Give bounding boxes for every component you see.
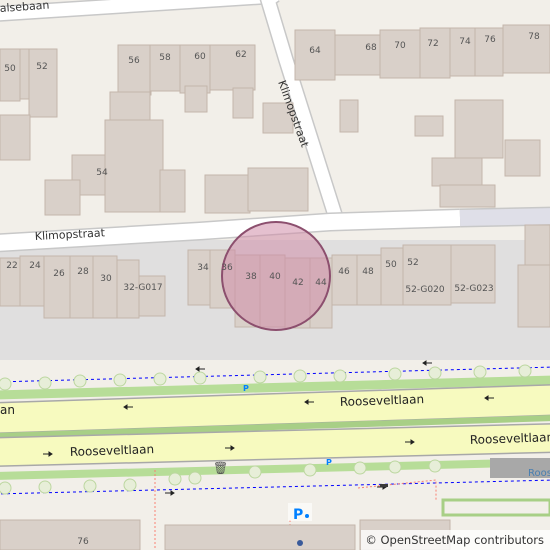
house-number: 44 [315,278,327,288]
house-number: 22 [6,261,17,271]
house-number: 70 [394,41,406,51]
house-number: 28 [77,267,89,277]
house-number: 76 [77,537,89,547]
house-number: 72 [427,39,438,49]
house-number: 46 [338,267,350,277]
house-number: 52-G023 [454,284,493,294]
house-number: 42 [292,278,303,288]
parking-marker[interactable]: P [243,384,249,393]
map-view[interactable]: alsebaan Klimopstraat Klimopstraat Roose… [0,0,550,550]
house-number: 26 [53,269,65,279]
house-number: 48 [362,267,374,277]
bicycle-parking-label: P [293,507,303,523]
house-number: 40 [269,272,281,282]
house-number: 34 [197,263,209,273]
house-number: 30 [100,274,112,284]
house-number: 38 [245,272,257,282]
bicycle-parking-icon[interactable]: P [288,503,312,523]
building-76 [0,519,141,550]
house-number: 52-G020 [405,285,444,295]
street-label-roosevelt-cut: Roos [528,468,550,479]
street-label-roosevelt-left: an [0,403,15,417]
house-number: 62 [235,50,246,60]
house-number: 52 [36,62,47,72]
house-number: 36 [221,263,233,273]
house-number: 58 [159,53,171,63]
poi-dot[interactable] [297,540,303,546]
house-number: 68 [365,43,377,53]
building-south [164,524,356,550]
house-number: 52 [407,258,418,268]
oneway-marker [380,484,388,487]
street-label-roosevelt-3: Rooseveltlaan [470,430,550,447]
house-number: 64 [309,46,321,56]
house-number: 78 [528,32,540,42]
street-label-roosevelt-2: Rooseveltlaan [70,442,155,459]
house-number: 54 [96,168,108,178]
map-canvas: alsebaan Klimopstraat Klimopstraat Roose… [0,0,550,550]
house-number: 56 [128,56,140,66]
parking-marker[interactable]: P [326,458,332,467]
house-number: 24 [29,261,41,271]
street-label-roosevelt-1: Rooseveltlaan [340,392,425,409]
house-number: 60 [194,52,206,62]
house-number: 74 [459,37,471,47]
map-attribution[interactable]: © OpenStreetMap contributors [361,530,550,550]
house-number: 50 [385,260,397,270]
house-number: 50 [4,64,16,74]
house-number: 32-G017 [123,283,162,293]
waste-basket-icon[interactable]: 🗑 [213,461,228,475]
house-number: 76 [484,35,496,45]
